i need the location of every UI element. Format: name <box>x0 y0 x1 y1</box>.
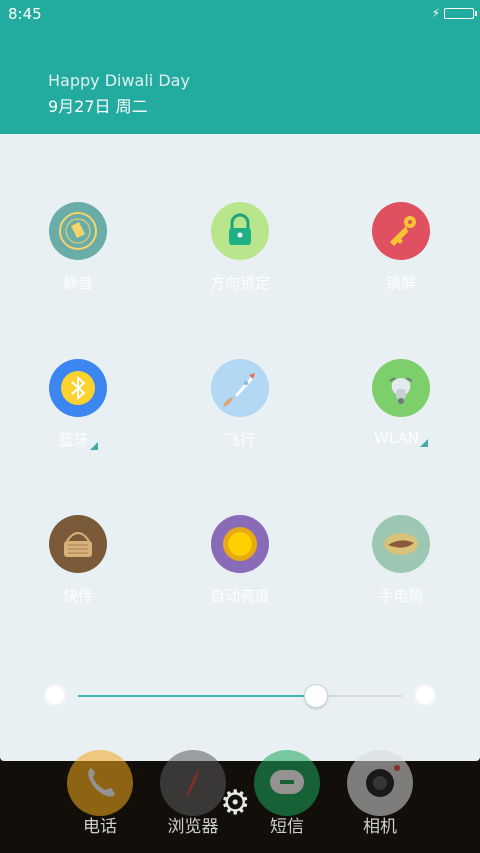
message-icon <box>254 750 320 816</box>
greeting-text: Happy Diwali Day <box>48 71 190 90</box>
tile-mute[interactable]: 静音 <box>8 202 148 293</box>
header-area: 8:45 ⚡ Happy Diwali Day 9月27日 周二 <box>0 0 480 135</box>
scooter-icon <box>372 359 430 417</box>
tile-rotation-lock[interactable]: 方向锁定 <box>170 202 310 293</box>
bell-icon <box>49 202 107 260</box>
tile-airplane[interactable]: 飞行 <box>170 359 310 450</box>
brightness-low-icon <box>46 686 64 704</box>
settings-gear-icon[interactable]: ⚙ <box>220 783 250 823</box>
quick-settings-panel: 静音 方向锁定 锁屏 蓝牙 飞行 WLAN 快传 自动亮度 手电筒 <box>0 134 480 761</box>
dock-camera[interactable]: 相机 <box>340 750 420 837</box>
flashlight-icon <box>372 515 430 573</box>
brightness-thumb[interactable] <box>304 684 328 708</box>
tile-label: 飞行 <box>224 431 255 449</box>
tile-label-text: 蓝牙 <box>58 431 89 449</box>
bluetooth-icon <box>49 359 107 417</box>
tile-label: 自动亮度 <box>209 587 270 605</box>
tile-flashlight[interactable]: 手电筒 <box>331 515 471 606</box>
key-icon <box>372 202 430 260</box>
dock-label: 电话 <box>83 817 117 837</box>
battery-icon <box>444 7 477 19</box>
expand-indicator-icon <box>420 439 428 447</box>
tile-label: 蓝牙 <box>8 429 148 450</box>
dock-label: 短信 <box>270 817 304 837</box>
tile-bluetooth[interactable]: 蓝牙 <box>8 359 148 450</box>
status-time: 8:45 <box>8 5 42 23</box>
tile-label: 手电筒 <box>378 587 424 605</box>
tile-quick-transfer[interactable]: 快传 <box>8 515 148 606</box>
date-text: 9月27日 周二 <box>48 97 148 116</box>
sun-icon <box>211 515 269 573</box>
tile-label: 方向锁定 <box>209 274 270 292</box>
brightness-high-icon <box>416 686 434 704</box>
rocket-icon <box>211 359 269 417</box>
tile-auto-brightness[interactable]: 自动亮度 <box>170 515 310 606</box>
dock-label: 相机 <box>363 817 397 837</box>
camera-icon <box>347 750 413 816</box>
expand-indicator-icon <box>89 442 98 450</box>
tile-label: 快传 <box>62 587 93 605</box>
tile-label: WLAN <box>331 429 471 447</box>
tile-wlan[interactable]: WLAN <box>331 359 471 447</box>
tile-lock-screen[interactable]: 锁屏 <box>331 202 471 293</box>
tile-label-text: WLAN <box>373 429 419 447</box>
dock-messages[interactable]: 短信 <box>247 750 327 837</box>
dock-phone[interactable]: 电话 <box>60 750 140 837</box>
brightness-slider[interactable] <box>0 682 480 712</box>
lock-icon <box>211 202 269 260</box>
compass-icon <box>160 750 226 816</box>
basket-icon <box>49 515 107 573</box>
charging-icon: ⚡ <box>431 6 440 20</box>
tile-label: 锁屏 <box>385 274 416 292</box>
phone-icon <box>67 750 133 816</box>
status-icons: ⚡ <box>431 6 477 20</box>
tile-label: 静音 <box>62 274 93 292</box>
brightness-track-fill <box>78 695 314 697</box>
